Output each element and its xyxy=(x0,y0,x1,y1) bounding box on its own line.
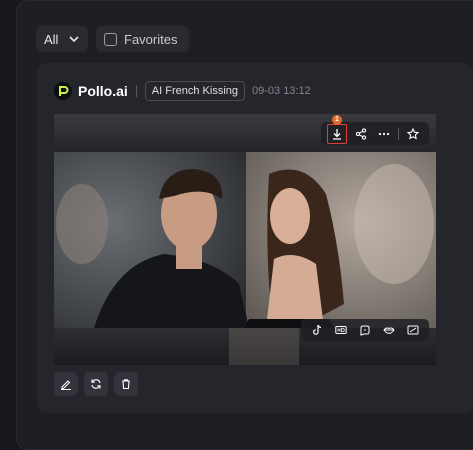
timestamp: 09-03 13:12 xyxy=(252,85,311,97)
regenerate-button[interactable] xyxy=(84,372,108,396)
delete-button[interactable] xyxy=(114,372,138,396)
star-icon xyxy=(407,127,420,140)
filter-bar: All Favorites xyxy=(36,26,189,52)
more-button[interactable] xyxy=(374,124,394,144)
refresh-icon xyxy=(91,379,101,389)
lips-icon xyxy=(383,327,395,334)
hd-button[interactable] xyxy=(331,320,351,340)
header-divider xyxy=(135,85,137,97)
model-tag[interactable]: AI French Kissing xyxy=(144,81,245,101)
download-badge: 1 xyxy=(331,114,342,125)
trash-icon xyxy=(122,379,130,390)
edit-icon xyxy=(61,380,71,390)
checkbox-icon[interactable] xyxy=(104,32,117,46)
brand-name: Pollo.ai xyxy=(78,83,128,99)
more-icon xyxy=(379,132,390,135)
cast-icon xyxy=(407,325,419,335)
card-header: Pollo.ai AI French Kissing 09-03 13:12 xyxy=(54,80,311,102)
favorites-toggle[interactable]: Favorites xyxy=(96,26,189,52)
filter-select-value: All xyxy=(44,31,59,47)
lips-button[interactable] xyxy=(379,320,399,340)
filter-select[interactable]: All xyxy=(36,26,88,52)
favorite-button[interactable] xyxy=(403,124,423,144)
lip-sync-button[interactable] xyxy=(355,320,375,340)
video-preview[interactable]: 1 xyxy=(54,114,436,365)
download-icon xyxy=(332,128,341,140)
generation-card: Pollo.ai AI French Kissing 09-03 13:12 1 xyxy=(37,63,473,413)
share-button[interactable] xyxy=(351,124,371,144)
pollo-logo-icon xyxy=(54,82,72,100)
download-button[interactable]: 1 xyxy=(326,114,347,144)
share-icon xyxy=(355,127,366,140)
favorites-label: Favorites xyxy=(124,31,178,47)
media-action-toolbar: 1 xyxy=(321,114,429,145)
toolbar-divider xyxy=(398,127,400,140)
card-actions xyxy=(54,372,138,396)
tiktok-button[interactable] xyxy=(307,320,327,340)
lip-sync-icon xyxy=(360,325,370,336)
hd-icon xyxy=(335,326,347,334)
chevron-down-icon xyxy=(69,36,79,43)
cast-button[interactable] xyxy=(403,320,423,340)
tiktok-icon xyxy=(313,324,322,335)
media-tools-toolbar xyxy=(301,319,429,341)
edit-button[interactable] xyxy=(54,372,78,396)
